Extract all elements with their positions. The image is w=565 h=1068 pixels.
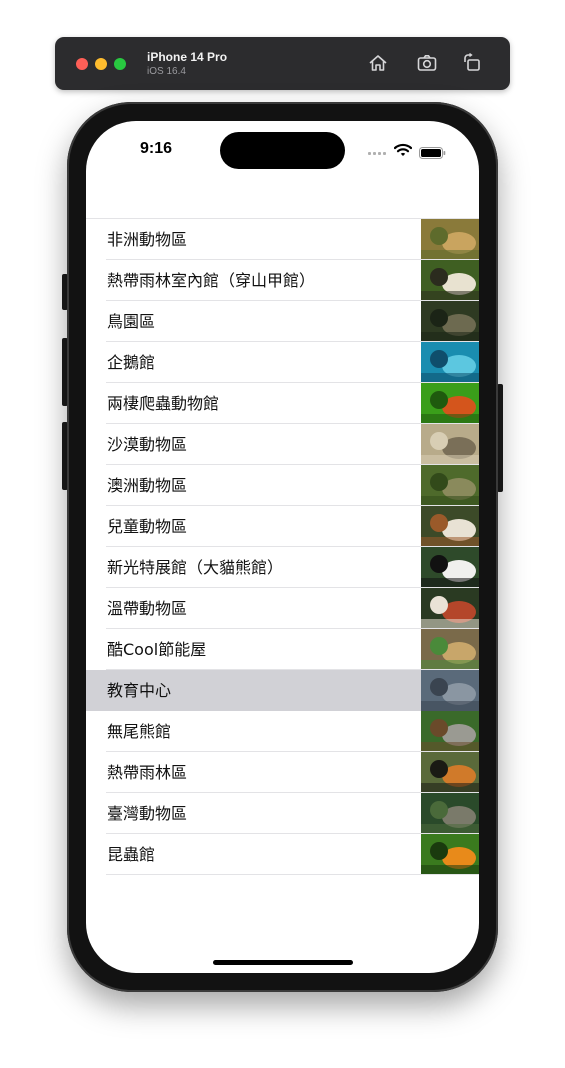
list-item-label: 兒童動物區 (107, 517, 188, 536)
zoom-window-button[interactable] (114, 58, 126, 70)
rotate-icon[interactable] (461, 52, 483, 74)
list-item[interactable]: 昆蟲館 (86, 834, 479, 875)
list-item[interactable]: 無尾熊館 (86, 711, 479, 752)
list-item-label: 兩棲爬蟲動物館 (107, 394, 220, 413)
home-indicator[interactable] (213, 960, 353, 965)
os-version: iOS 16.4 (147, 66, 186, 77)
list-item-label: 昆蟲館 (107, 845, 156, 864)
thumbnail-alpaca-image (421, 506, 479, 547)
thumbnail-penguin-image (421, 342, 479, 383)
list-item-label: 非洲動物區 (107, 230, 188, 249)
thumbnail-redpanda-image (421, 588, 479, 629)
battery-icon (419, 144, 446, 159)
list-item[interactable]: 教育中心 (86, 670, 479, 711)
list-item[interactable]: 臺灣動物區 (86, 793, 479, 834)
thumbnail-kangaroo-image (421, 465, 479, 506)
list-item[interactable]: 沙漠動物區 (86, 424, 479, 465)
list-item-label: 新光特展館（大貓熊館） (107, 558, 284, 577)
dynamic-island (220, 132, 345, 169)
thumbnail-monkeys-image (421, 260, 479, 301)
thumbnail-butterfly-image (421, 834, 479, 875)
list-item-label: 熱帶雨林區 (107, 763, 188, 782)
wifi-icon (393, 142, 413, 156)
simulator-toolbar: iPhone 14 Pro iOS 16.4 (55, 37, 510, 90)
list-item-label: 企鵝館 (107, 353, 156, 372)
list-item[interactable]: 熱帶雨林區 (86, 752, 479, 793)
device-name: iPhone 14 Pro (147, 50, 228, 64)
list-item[interactable]: 鳥園區 (86, 301, 479, 342)
list-item[interactable]: 熱帶雨林室內館（穿山甲館） (86, 260, 479, 301)
thumbnail-panda-image (421, 547, 479, 588)
thumbnail-frog-image (421, 383, 479, 424)
thumbnail-camel-image (421, 424, 479, 465)
row-separator (106, 874, 479, 875)
list-item[interactable]: 酷Cool節能屋 (86, 629, 479, 670)
close-window-button[interactable] (76, 58, 88, 70)
thumbnail-macaque-image (421, 793, 479, 834)
list-item-label: 教育中心 (107, 681, 172, 700)
list-item-label: 酷Cool節能屋 (107, 640, 207, 659)
screenshot-camera-icon[interactable] (416, 52, 438, 74)
cellular-signal-icon (368, 152, 388, 156)
minimize-window-button[interactable] (95, 58, 107, 70)
list-item-label: 溫帶動物區 (107, 599, 188, 618)
thumbnail-birds-image (421, 301, 479, 342)
zone-list: 非洲動物區熱帶雨林室內館（穿山甲館） 鳥園區企鵝館兩棲爬蟲動物館 沙漠動物區澳洲動物… (86, 218, 479, 875)
list-item[interactable]: 非洲動物區 (86, 219, 479, 260)
list-item[interactable]: 新光特展館（大貓熊館） (86, 547, 479, 588)
list-item[interactable]: 企鵝館 (86, 342, 479, 383)
list-item[interactable]: 兒童動物區 (86, 506, 479, 547)
phone-screen: 9:16 非洲動物區熱帶雨林室內館（穿山甲館） 鳥園區企鵝館兩棲爬蟲動物館 沙漠動物… (86, 121, 479, 973)
list-item[interactable]: 澳洲動物區 (86, 465, 479, 506)
thumbnail-house-image (421, 629, 479, 670)
list-item-label: 鳥園區 (107, 312, 156, 331)
list-item[interactable]: 溫帶動物區 (86, 588, 479, 629)
thumbnail-koala-image (421, 711, 479, 752)
status-time: 9:16 (140, 140, 173, 157)
list-item-label: 澳洲動物區 (107, 476, 188, 495)
list-item-label: 熱帶雨林室內館（穿山甲館） (107, 271, 316, 290)
list-item-label: 沙漠動物區 (107, 435, 188, 454)
list-item-label: 無尾熊館 (107, 722, 172, 741)
home-icon[interactable] (367, 52, 389, 74)
thumbnail-tiger-image (421, 752, 479, 793)
thumbnail-lions-image (421, 219, 479, 260)
list-item-label: 臺灣動物區 (107, 804, 188, 823)
thumbnail-elephant-image (421, 670, 479, 711)
list-item[interactable]: 兩棲爬蟲動物館 (86, 383, 479, 424)
